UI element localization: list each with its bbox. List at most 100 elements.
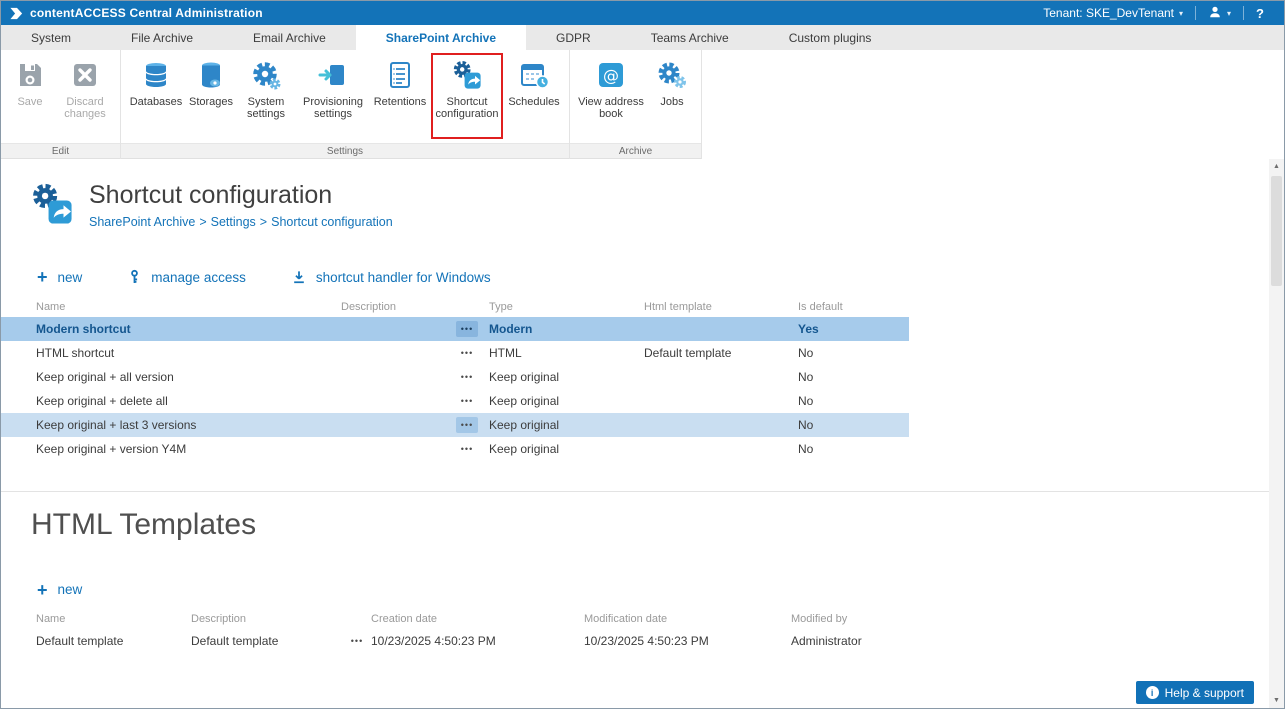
table-row[interactable]: Default template Default template ••• 10… [1, 629, 909, 653]
scrollbar[interactable]: ▲ ▼ [1269, 159, 1284, 708]
ribbon-filler [702, 50, 1284, 159]
breadcrumb-shortcut-configuration[interactable]: Shortcut configuration [271, 215, 393, 229]
breadcrumb: SharePoint Archive > Settings > Shortcut con… [89, 215, 393, 229]
table-row[interactable]: Keep original + version Y4M ••• Keep ori… [1, 437, 909, 461]
row-type: HTML [489, 346, 644, 360]
schedules-icon [518, 59, 550, 91]
tenant-label: Tenant: SKE_DevTenant [1043, 6, 1174, 20]
ribbon-group-archive: @ View address book Jobs Archive [570, 50, 702, 159]
plus-icon: + [37, 270, 48, 284]
user-menu[interactable]: ▾ [1196, 1, 1243, 25]
top-bar: contentACCESS Central Administration Ten… [1, 1, 1284, 25]
page-header: Shortcut configuration SharePoint Archiv… [1, 159, 1284, 229]
column-header-name: Name [36, 613, 191, 625]
manage-access-button[interactable]: manage access [128, 269, 246, 285]
databases-button[interactable]: Databases [127, 54, 185, 138]
table-row[interactable]: Modern shortcut ••• Modern Yes [1, 317, 909, 341]
tab-custom-plugins[interactable]: Custom plugins [759, 25, 902, 50]
page-header-text: Shortcut configuration SharePoint Archiv… [89, 181, 393, 229]
tab-sharepoint-archive[interactable]: SharePoint Archive [356, 25, 526, 50]
row-menu-button[interactable]: ••• [456, 345, 478, 361]
breadcrumb-settings[interactable]: Settings [211, 215, 256, 229]
row-name: Keep original + version Y4M [36, 442, 341, 456]
shortcut-table: Name Description Type Html template Is d… [1, 297, 909, 461]
row-type: Keep original [489, 418, 644, 432]
jobs-button[interactable]: Jobs [649, 54, 695, 138]
column-header-name: Name [36, 301, 341, 313]
chevron-down-icon: ▾ [1227, 9, 1231, 18]
shortcut-configuration-button[interactable]: Shortcut configuration [432, 54, 502, 138]
save-icon [14, 59, 46, 91]
tab-file-archive[interactable]: File Archive [101, 25, 223, 50]
page-title: Shortcut configuration [89, 181, 393, 210]
row-menu-button[interactable]: ••• [456, 441, 478, 457]
discard-changes-label: Discard changes [56, 96, 114, 120]
schedules-button[interactable]: Schedules [505, 54, 563, 138]
storages-icon [195, 59, 227, 91]
column-header-description: Description [191, 613, 346, 625]
svg-text:@: @ [603, 66, 619, 85]
shortcut-handler-button[interactable]: shortcut handler for Windows [292, 270, 491, 285]
scrollbar-track[interactable] [1269, 174, 1284, 693]
help-support-button[interactable]: i Help & support [1136, 681, 1254, 704]
row-type: Keep original [489, 370, 644, 384]
retentions-button[interactable]: Retentions [371, 54, 429, 138]
row-type: Keep original [489, 394, 644, 408]
provisioning-settings-button[interactable]: Provisioning settings [298, 54, 368, 138]
scroll-down-icon[interactable]: ▼ [1269, 693, 1284, 708]
breadcrumb-separator: > [260, 215, 267, 229]
row-type: Modern [489, 322, 644, 336]
topbar-right: Tenant: SKE_DevTenant ▾ ▾ ? [1031, 1, 1276, 25]
column-header-creation-date: Creation date [371, 613, 584, 625]
row-menu-button[interactable]: ••• [346, 633, 368, 649]
system-settings-label: System settings [237, 96, 295, 120]
databases-icon [140, 59, 172, 91]
save-button[interactable]: Save [7, 54, 53, 138]
tab-email-archive[interactable]: Email Archive [223, 25, 356, 50]
scroll-up-icon[interactable]: ▲ [1269, 159, 1284, 174]
table-row[interactable]: HTML shortcut ••• HTML Default template … [1, 341, 909, 365]
storages-label: Storages [189, 96, 233, 108]
help-question-button[interactable]: ? [1244, 1, 1276, 25]
table-row[interactable]: Keep original + all version ••• Keep ori… [1, 365, 909, 389]
row-menu-button[interactable]: ••• [456, 369, 478, 385]
table-row[interactable]: Keep original + last 3 versions ••• Keep… [1, 413, 909, 437]
html-templates-title: HTML Templates [1, 492, 1284, 542]
row-is-default: Yes [798, 322, 909, 336]
jobs-icon [656, 59, 688, 91]
help-support-label: Help & support [1165, 686, 1244, 700]
tab-teams-archive[interactable]: Teams Archive [621, 25, 759, 50]
breadcrumb-sharepoint-archive[interactable]: SharePoint Archive [89, 215, 195, 229]
templates-table: Name Description Creation date Modificat… [1, 609, 909, 653]
tab-system[interactable]: System [1, 25, 101, 50]
breadcrumb-separator: > [199, 215, 206, 229]
row-menu-button[interactable]: ••• [456, 393, 478, 409]
row-modified-by: Administrator [791, 634, 909, 648]
row-menu-button[interactable]: ••• [456, 417, 478, 433]
storages-button[interactable]: Storages [188, 54, 234, 138]
new-template-button[interactable]: + new [37, 582, 82, 597]
row-modification-date: 10/23/2025 4:50:23 PM [584, 634, 791, 648]
databases-label: Databases [130, 96, 183, 108]
row-menu-button[interactable]: ••• [456, 321, 478, 337]
new-shortcut-button[interactable]: + new [37, 270, 82, 285]
tab-gdpr[interactable]: GDPR [526, 25, 621, 50]
contentaccess-logo-icon [9, 6, 24, 21]
ribbon-group-label-edit: Edit [1, 143, 120, 159]
scrollbar-thumb[interactable] [1271, 176, 1282, 286]
view-address-book-button[interactable]: @ View address book [576, 54, 646, 138]
main-content: Shortcut configuration SharePoint Archiv… [1, 159, 1284, 708]
system-settings-button[interactable]: System settings [237, 54, 295, 138]
discard-changes-button[interactable]: Discard changes [56, 54, 114, 138]
tenant-selector[interactable]: Tenant: SKE_DevTenant ▾ [1031, 1, 1195, 25]
column-header-modified-by: Modified by [791, 613, 909, 625]
jobs-label: Jobs [660, 96, 683, 108]
provisioning-settings-label: Provisioning settings [298, 96, 368, 120]
discard-icon [69, 59, 101, 91]
table-row[interactable]: Keep original + delete all ••• Keep orig… [1, 389, 909, 413]
row-creation-date: 10/23/2025 4:50:23 PM [371, 634, 584, 648]
system-settings-icon [250, 59, 282, 91]
view-address-book-icon: @ [595, 59, 627, 91]
shortcut-actions: + new manage access shortcut handler for… [1, 229, 1284, 285]
shortcut-configuration-icon [451, 59, 483, 91]
